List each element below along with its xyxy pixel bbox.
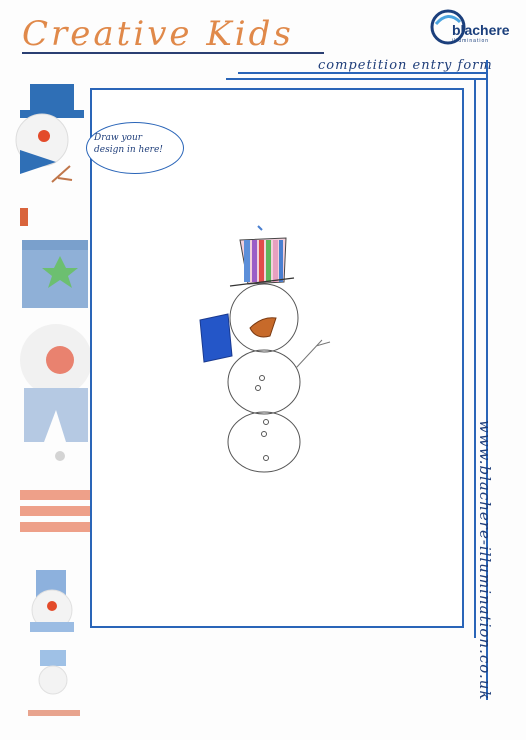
decorative-snowmen-strip (15, 84, 92, 716)
page-title: Creative Kids (22, 14, 294, 54)
logo-wordmark: blachere (452, 22, 510, 38)
snowman-illustration-2 (20, 240, 92, 532)
frame-line (226, 78, 486, 80)
entry-form-sheet: Creative Kids competition entry form bla… (0, 0, 526, 740)
snowman-illustration-1 (15, 84, 84, 183)
logo-subtext: illumination (452, 38, 490, 44)
snowman-illustration-3 (28, 570, 80, 716)
form-subtitle: competition entry form (318, 58, 493, 73)
frame-line (238, 72, 488, 74)
bubble-text: Draw your design in here! (94, 132, 182, 156)
bubble-line-2: design in here! (94, 145, 163, 155)
website-url: www.blachere-illumination.co.uk (476, 420, 494, 701)
title-underline (22, 52, 324, 54)
bubble-line-1: Draw your (94, 133, 143, 143)
striped-bucket-hat (229, 237, 295, 287)
